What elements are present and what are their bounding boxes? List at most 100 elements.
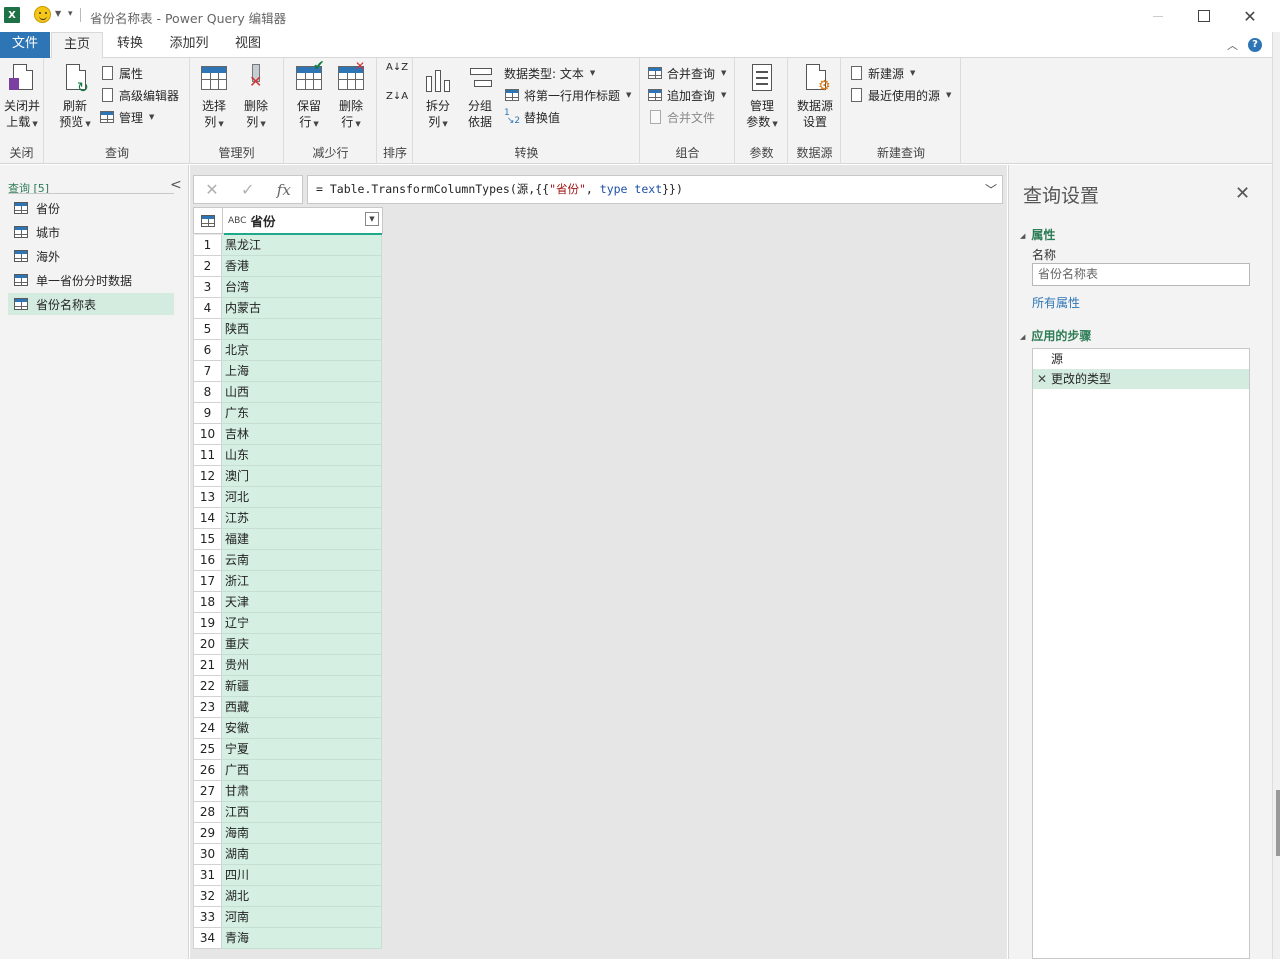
table-cell[interactable]: 宁夏 bbox=[222, 739, 382, 760]
table-cell[interactable]: 浙江 bbox=[222, 571, 382, 592]
table-cell[interactable]: 青海 bbox=[222, 928, 382, 949]
table-row[interactable]: 12 澳门 bbox=[193, 466, 383, 487]
column-filter-dropdown-icon[interactable]: ▼ bbox=[365, 212, 379, 226]
table-row[interactable]: 19 辽宁 bbox=[193, 613, 383, 634]
table-cell[interactable]: 香港 bbox=[222, 256, 382, 277]
table-cell[interactable]: 广西 bbox=[222, 760, 382, 781]
group-by-button[interactable]: 分组 依据 bbox=[460, 62, 500, 130]
table-cell[interactable]: 山西 bbox=[222, 382, 382, 403]
row-number[interactable]: 5 bbox=[193, 319, 222, 340]
table-cell[interactable]: 辽宁 bbox=[222, 613, 382, 634]
split-column-button[interactable]: 拆分 列 ▼ bbox=[418, 62, 458, 132]
row-number[interactable]: 19 bbox=[193, 613, 222, 634]
row-number[interactable]: 18 bbox=[193, 592, 222, 613]
table-row[interactable]: 30 湖南 bbox=[193, 844, 383, 865]
append-queries-button[interactable]: 追加查询 ▼ bbox=[647, 85, 726, 105]
table-row[interactable]: 8 山西 bbox=[193, 382, 383, 403]
data-type-dropdown[interactable]: 数据类型: 文本 ▼ bbox=[504, 63, 595, 83]
table-cell[interactable]: 海南 bbox=[222, 823, 382, 844]
tab-add-column[interactable]: 添加列 bbox=[162, 32, 216, 58]
table-cell[interactable]: 台湾 bbox=[222, 277, 382, 298]
table-cell[interactable]: 河北 bbox=[222, 487, 382, 508]
delete-step-icon[interactable]: ✕ bbox=[1037, 369, 1047, 389]
row-number[interactable]: 29 bbox=[193, 823, 222, 844]
merge-queries-button[interactable]: 合并查询 ▼ bbox=[647, 63, 726, 83]
applied-steps-section-header[interactable]: 应用的步骤 bbox=[1020, 327, 1091, 344]
query-item[interactable]: 省份 bbox=[8, 197, 174, 219]
sort-ascending-button[interactable]: A↓Z bbox=[386, 63, 408, 85]
table-row[interactable]: 3 台湾 bbox=[193, 277, 383, 298]
tab-file[interactable]: 文件 bbox=[0, 32, 50, 58]
table-cell[interactable]: 山东 bbox=[222, 445, 382, 466]
row-number[interactable]: 8 bbox=[193, 382, 222, 403]
table-row[interactable]: 21 贵州 bbox=[193, 655, 383, 676]
query-item[interactable]: 城市 bbox=[8, 221, 174, 243]
table-row[interactable]: 23 西藏 bbox=[193, 697, 383, 718]
refresh-preview-button[interactable]: ↻ 刷新 预览 ▼ bbox=[55, 62, 95, 132]
row-number[interactable]: 11 bbox=[193, 445, 222, 466]
row-number[interactable]: 30 bbox=[193, 844, 222, 865]
table-row[interactable]: 5 陕西 bbox=[193, 319, 383, 340]
help-icon[interactable]: ? bbox=[1248, 38, 1262, 52]
close-window-button[interactable]: ✕ bbox=[1227, 2, 1273, 30]
insert-function-icon[interactable]: fx bbox=[277, 181, 291, 199]
query-item-selected[interactable]: 省份名称表 bbox=[8, 293, 174, 315]
table-row[interactable]: 11 山东 bbox=[193, 445, 383, 466]
query-item[interactable]: 海外 bbox=[8, 245, 174, 267]
data-source-settings-button[interactable]: ⚙ 数据源 设置 bbox=[793, 62, 837, 130]
manage-button[interactable]: 管理 ▼ bbox=[99, 107, 154, 127]
table-cell[interactable]: 北京 bbox=[222, 340, 382, 361]
row-number[interactable]: 27 bbox=[193, 781, 222, 802]
table-row[interactable]: 32 湖北 bbox=[193, 886, 383, 907]
remove-columns-button[interactable]: ✕ 删除 列 ▼ bbox=[236, 62, 276, 132]
table-cell[interactable]: 陕西 bbox=[222, 319, 382, 340]
all-properties-link[interactable]: 所有属性 bbox=[1032, 294, 1080, 311]
column-header[interactable]: ABC 省份 bbox=[224, 208, 382, 233]
table-row[interactable]: 2 香港 bbox=[193, 256, 383, 277]
table-cell[interactable]: 四川 bbox=[222, 865, 382, 886]
table-cell[interactable]: 吉林 bbox=[222, 424, 382, 445]
table-cell[interactable]: 云南 bbox=[222, 550, 382, 571]
row-number[interactable]: 21 bbox=[193, 655, 222, 676]
row-number[interactable]: 10 bbox=[193, 424, 222, 445]
row-number[interactable]: 1 bbox=[193, 235, 222, 256]
row-number[interactable]: 31 bbox=[193, 865, 222, 886]
table-cell[interactable]: 湖南 bbox=[222, 844, 382, 865]
table-row[interactable]: 10 吉林 bbox=[193, 424, 383, 445]
table-cell[interactable]: 澳门 bbox=[222, 466, 382, 487]
row-number[interactable]: 25 bbox=[193, 739, 222, 760]
remove-rows-button[interactable]: ✕ 删除 行 ▼ bbox=[331, 59, 371, 132]
table-cell[interactable]: 广东 bbox=[222, 403, 382, 424]
table-row[interactable]: 20 重庆 bbox=[193, 634, 383, 655]
table-row[interactable]: 22 新疆 bbox=[193, 676, 383, 697]
applied-step-selected[interactable]: ✕ 更改的类型 bbox=[1033, 369, 1249, 389]
table-cell[interactable]: 重庆 bbox=[222, 634, 382, 655]
cancel-formula-icon[interactable]: ✕ bbox=[205, 180, 218, 199]
table-row[interactable]: 29 海南 bbox=[193, 823, 383, 844]
advanced-editor-button[interactable]: 高级编辑器 bbox=[99, 85, 179, 105]
use-first-row-as-headers-button[interactable]: 将第一行用作标题 ▼ bbox=[504, 85, 631, 105]
table-cell[interactable]: 西藏 bbox=[222, 697, 382, 718]
row-number[interactable]: 4 bbox=[193, 298, 222, 319]
keep-rows-button[interactable]: ✔ 保留 行 ▼ bbox=[289, 58, 329, 132]
table-cell[interactable]: 安徽 bbox=[222, 718, 382, 739]
row-number[interactable]: 32 bbox=[193, 886, 222, 907]
table-row[interactable]: 31 四川 bbox=[193, 865, 383, 886]
close-settings-icon[interactable]: ✕ bbox=[1235, 183, 1250, 204]
confirm-formula-icon[interactable]: ✓ bbox=[241, 180, 254, 199]
row-number[interactable]: 6 bbox=[193, 340, 222, 361]
applied-step[interactable]: 源 bbox=[1033, 349, 1249, 369]
formula-input[interactable]: = Table.TransformColumnTypes(源,{{"省份", t… bbox=[307, 175, 1003, 204]
table-row[interactable]: 13 河北 bbox=[193, 487, 383, 508]
expand-formula-icon[interactable]: ﹀ bbox=[985, 181, 997, 198]
row-number[interactable]: 3 bbox=[193, 277, 222, 298]
properties-section-header[interactable]: 属性 bbox=[1020, 226, 1055, 243]
row-number[interactable]: 17 bbox=[193, 571, 222, 592]
table-row[interactable]: 15 福建 bbox=[193, 529, 383, 550]
new-source-button[interactable]: 新建源 ▼ bbox=[848, 63, 915, 83]
quick-access-customize-icon[interactable]: ▾ bbox=[68, 9, 73, 19]
close-and-load-button[interactable]: 关闭并 上载 ▼ bbox=[2, 62, 42, 132]
row-number[interactable]: 7 bbox=[193, 361, 222, 382]
row-number[interactable]: 26 bbox=[193, 760, 222, 781]
query-item[interactable]: 单一省份分时数据 bbox=[8, 269, 174, 291]
